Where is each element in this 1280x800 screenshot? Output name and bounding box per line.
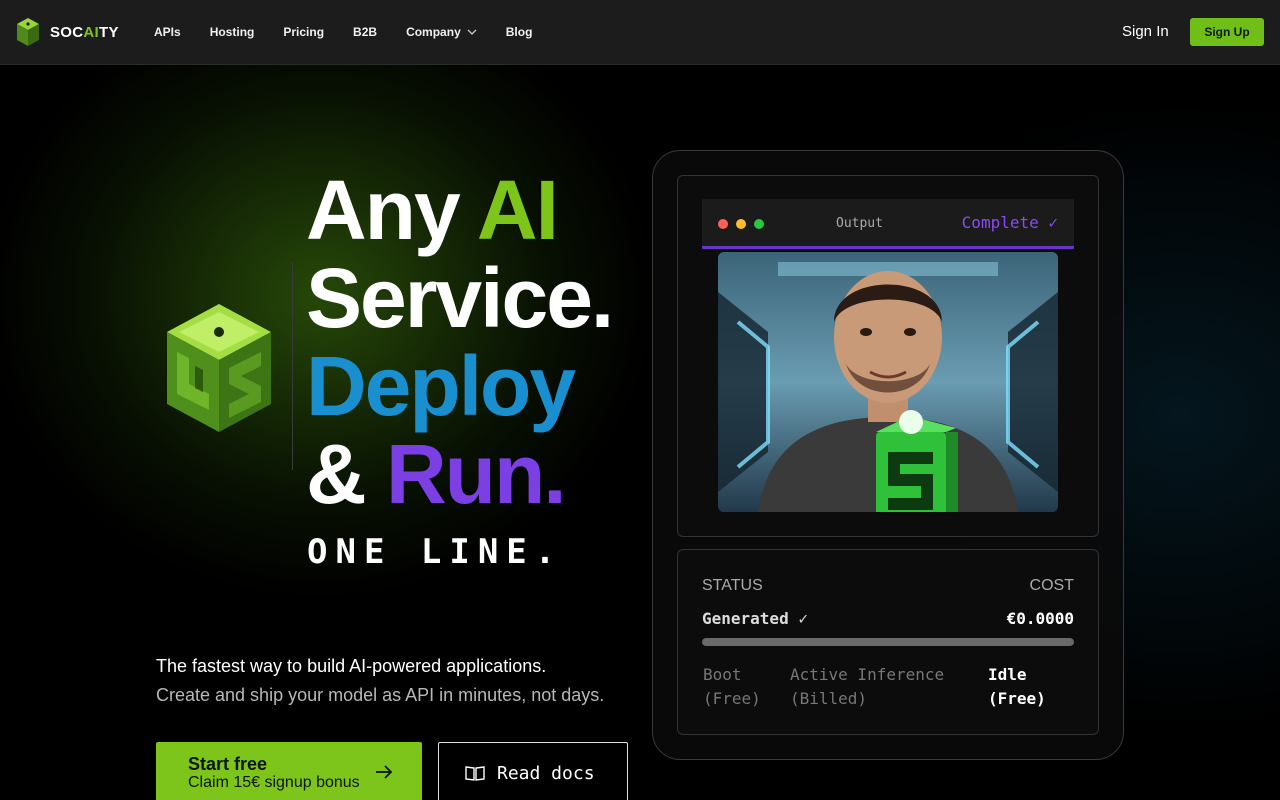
output-status: Complete ✓: [961, 213, 1058, 232]
nav-company[interactable]: Company: [406, 25, 477, 39]
headline-line-2: Service.: [306, 251, 614, 345]
socaity-cube-icon: [167, 304, 271, 432]
nav-b2b[interactable]: B2B: [353, 25, 377, 39]
hero-divider: [292, 262, 293, 470]
phase-idle-note: (Free): [988, 689, 1046, 708]
status-card: STATUS COST Generated ✓ €0.0000 Boot (Fr…: [677, 549, 1099, 735]
cost-value: €0.0000: [1006, 609, 1074, 628]
brand-logo[interactable]: SOCAITY: [16, 17, 119, 47]
progress-fill: [702, 638, 1074, 646]
headline-line-1: Any AI: [306, 163, 559, 257]
hero-headline: Any AI Service. Deploy & Run.: [306, 163, 614, 521]
phase-active-inference-name: Active Inference: [790, 665, 945, 684]
one-line-tagline: ONE LINE.: [307, 532, 564, 572]
phase-boot-note: (Free): [703, 689, 761, 708]
nav-blog[interactable]: Blog: [506, 25, 533, 39]
status-label: STATUS: [702, 577, 763, 594]
status-value: Generated ✓: [702, 609, 808, 628]
maximize-dot-icon: [754, 219, 764, 229]
close-dot-icon: [718, 219, 728, 229]
phase-boot: Boot (Free): [703, 663, 761, 711]
output-image: [718, 252, 1058, 512]
minimize-dot-icon: [736, 219, 746, 229]
sign-in-link[interactable]: Sign In: [1122, 23, 1169, 40]
phase-boot-name: Boot: [703, 665, 742, 684]
hero-subtagline: Create and ship your model as API in min…: [156, 685, 605, 705]
phase-active-inference: Active Inference (Billed): [790, 663, 944, 711]
cube-logo-icon: [17, 18, 39, 46]
nav-links: APIs Hosting Pricing B2B Company Blog: [154, 0, 561, 64]
chevron-down-icon: [467, 29, 477, 35]
read-docs-label: Read docs: [497, 762, 595, 784]
arrow-right-icon: [376, 765, 393, 779]
brand-wordmark: SOCAITY: [50, 23, 119, 41]
headline-line-3: Deploy: [306, 339, 576, 433]
read-docs-button[interactable]: Read docs: [438, 742, 628, 800]
book-icon: [465, 766, 485, 781]
output-title: Output: [836, 216, 883, 231]
hero-tagline: The fastest way to build AI-powered appl…: [156, 656, 547, 676]
nav-pricing[interactable]: Pricing: [283, 25, 324, 39]
cost-label: COST: [1029, 577, 1074, 594]
nav-company-label: Company: [406, 25, 461, 39]
generated-portrait-image: [718, 252, 1058, 512]
progress-bar: [702, 638, 1074, 646]
phase-idle: Idle (Free): [988, 663, 1046, 711]
phase-idle-name: Idle: [988, 665, 1027, 684]
nav-apis[interactable]: APIs: [154, 25, 181, 39]
sign-up-button[interactable]: Sign Up: [1190, 18, 1264, 46]
output-titlebar: Output Complete ✓: [702, 199, 1074, 249]
phase-active-inference-note: (Billed): [790, 689, 868, 708]
nav-hosting[interactable]: Hosting: [210, 25, 255, 39]
top-nav: SOCAITY APIs Hosting Pricing B2B Company…: [0, 0, 1280, 65]
headline-line-4: & Run.: [306, 427, 567, 521]
start-free-button[interactable]: Start free Claim 15€ signup bonus: [156, 742, 422, 800]
